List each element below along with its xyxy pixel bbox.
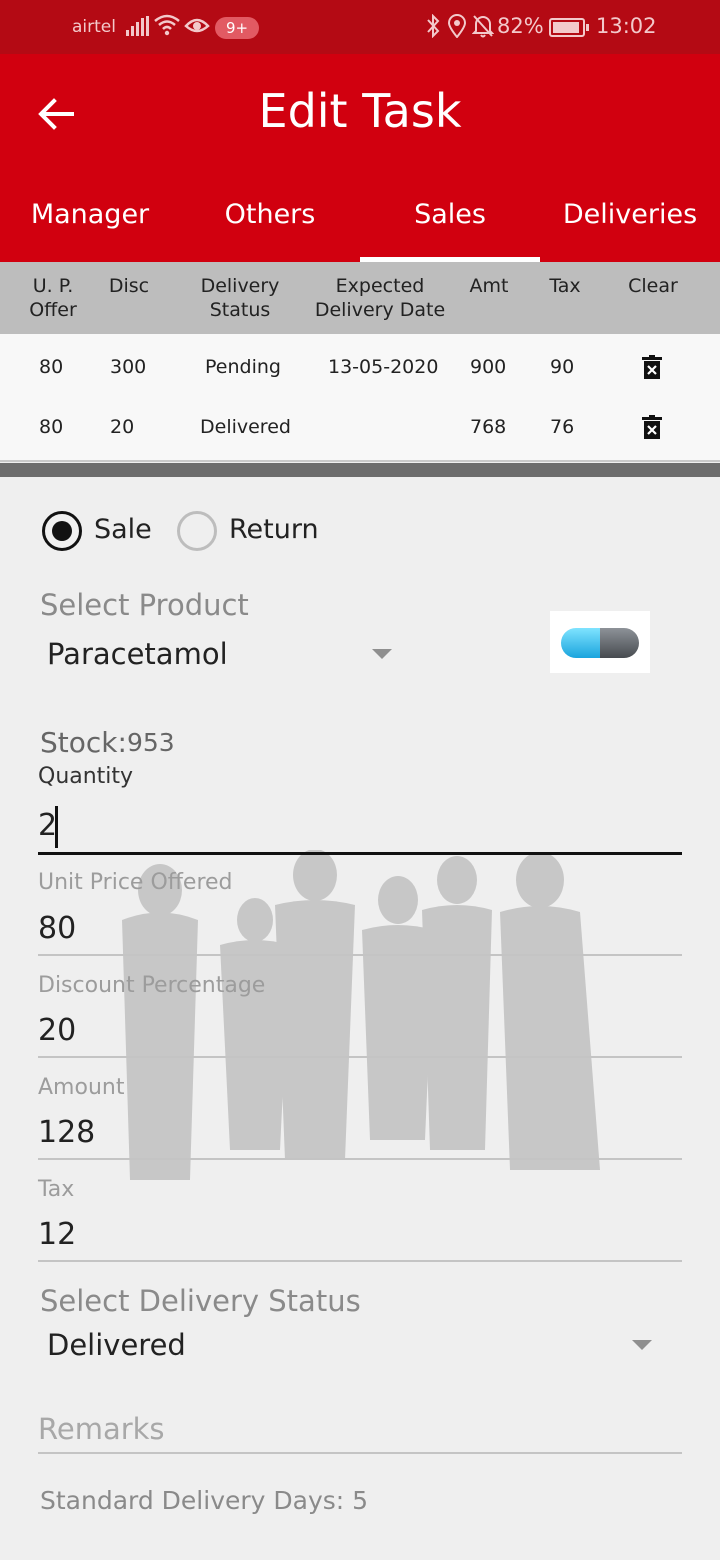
people-silhouette-watermark — [122, 850, 600, 1180]
table-divider — [0, 463, 720, 477]
cell-up-offer: 80 — [39, 356, 64, 378]
battery-icon — [549, 18, 589, 37]
col-delivery-status: Delivery Status — [200, 275, 280, 321]
tab-manager-only[interactable]: Manager Only — [0, 180, 180, 300]
table-row[interactable]: 80 300 Pending 13-05-2020 900 90 — [0, 334, 720, 402]
tax-input[interactable]: 12 — [38, 1217, 76, 1252]
discount-input[interactable]: 20 — [38, 1013, 76, 1048]
clock: 13:02 — [596, 14, 657, 38]
sale-radio[interactable] — [42, 511, 82, 551]
tab-deliveries[interactable]: Deliveries — [540, 180, 720, 262]
product-select-label: Select Product — [40, 588, 249, 622]
tax-underline — [38, 1260, 682, 1262]
col-amt: Amt — [469, 275, 509, 297]
cell-date: 13-05-2020 — [328, 356, 439, 378]
signal-icon — [126, 16, 150, 41]
page-title: Edit Task — [258, 84, 462, 138]
remarks-underline — [38, 1452, 682, 1454]
status-bar: airtel 9+ 82% 13:02 — [0, 0, 720, 54]
eye-icon — [184, 14, 210, 42]
delivery-status-label: Select Delivery Status — [40, 1284, 361, 1318]
quantity-label: Quantity — [38, 764, 134, 789]
return-radio[interactable] — [177, 511, 217, 551]
cell-up-offer: 80 — [39, 416, 64, 438]
table-header: U. P. Offer Disc Delivery Status Expecte… — [0, 262, 720, 334]
notification-badge: 9+ — [215, 17, 259, 39]
cell-disc: 20 — [110, 416, 135, 438]
bell-off-icon — [471, 14, 495, 43]
cell-status: Delivered — [200, 416, 291, 438]
col-tax: Tax — [549, 275, 581, 297]
tab-sales[interactable]: Sales — [360, 180, 540, 262]
unit-price-label: Unit Price Offered — [38, 870, 233, 895]
discount-label: Discount Percentage — [38, 973, 266, 998]
cell-disc: 300 — [110, 356, 147, 378]
battery-percentage: 82% — [497, 14, 544, 38]
tab-others[interactable]: Others — [180, 180, 360, 262]
amount-input[interactable]: 128 — [38, 1115, 95, 1150]
bluetooth-icon — [426, 13, 440, 43]
cell-status: Pending — [205, 356, 281, 378]
standard-delivery-days: Standard Delivery Days: 5 — [40, 1486, 369, 1515]
col-up-offer: U. P. Offer — [29, 275, 77, 321]
tab-bar: Manager Only Others Sales Deliveries — [0, 180, 720, 300]
cell-tax: 76 — [550, 416, 575, 438]
tax-label: Tax — [38, 1177, 75, 1202]
return-radio-label: Return — [229, 514, 319, 545]
col-disc: Disc — [108, 275, 150, 297]
discount-underline — [38, 1056, 682, 1058]
table-row[interactable]: 80 20 Delivered 768 76 — [0, 394, 720, 462]
trash-icon[interactable] — [642, 415, 662, 439]
delivery-status-select[interactable]: Delivered — [47, 1328, 186, 1362]
cell-amt: 768 — [470, 416, 507, 438]
stock-label: Stock: — [40, 726, 127, 759]
sale-radio-label: Sale — [94, 514, 152, 545]
wifi-icon — [154, 14, 180, 42]
amount-underline — [38, 1158, 682, 1160]
stock-value: 953 — [127, 728, 175, 757]
unit-price-input[interactable]: 80 — [38, 911, 76, 946]
app-bar: Edit Task Manager Only Others Sales Deli… — [0, 54, 720, 300]
cell-tax: 90 — [550, 356, 575, 378]
cell-amt: 900 — [470, 356, 507, 378]
chevron-down-icon[interactable] — [632, 1340, 652, 1350]
product-image — [550, 611, 650, 673]
quantity-underline — [38, 852, 682, 855]
chevron-down-icon[interactable] — [372, 649, 392, 659]
unit-price-underline — [38, 954, 682, 956]
product-select[interactable]: Paracetamol — [47, 637, 228, 671]
amount-label: Amount — [38, 1075, 125, 1100]
col-expected-date: Expected Delivery Date — [314, 275, 446, 321]
location-icon — [447, 14, 467, 43]
trash-icon[interactable] — [642, 355, 662, 379]
carrier-name: airtel — [72, 17, 116, 37]
text-cursor — [55, 806, 58, 848]
remarks-input[interactable]: Remarks — [38, 1412, 165, 1446]
col-clear: Clear — [628, 275, 678, 297]
